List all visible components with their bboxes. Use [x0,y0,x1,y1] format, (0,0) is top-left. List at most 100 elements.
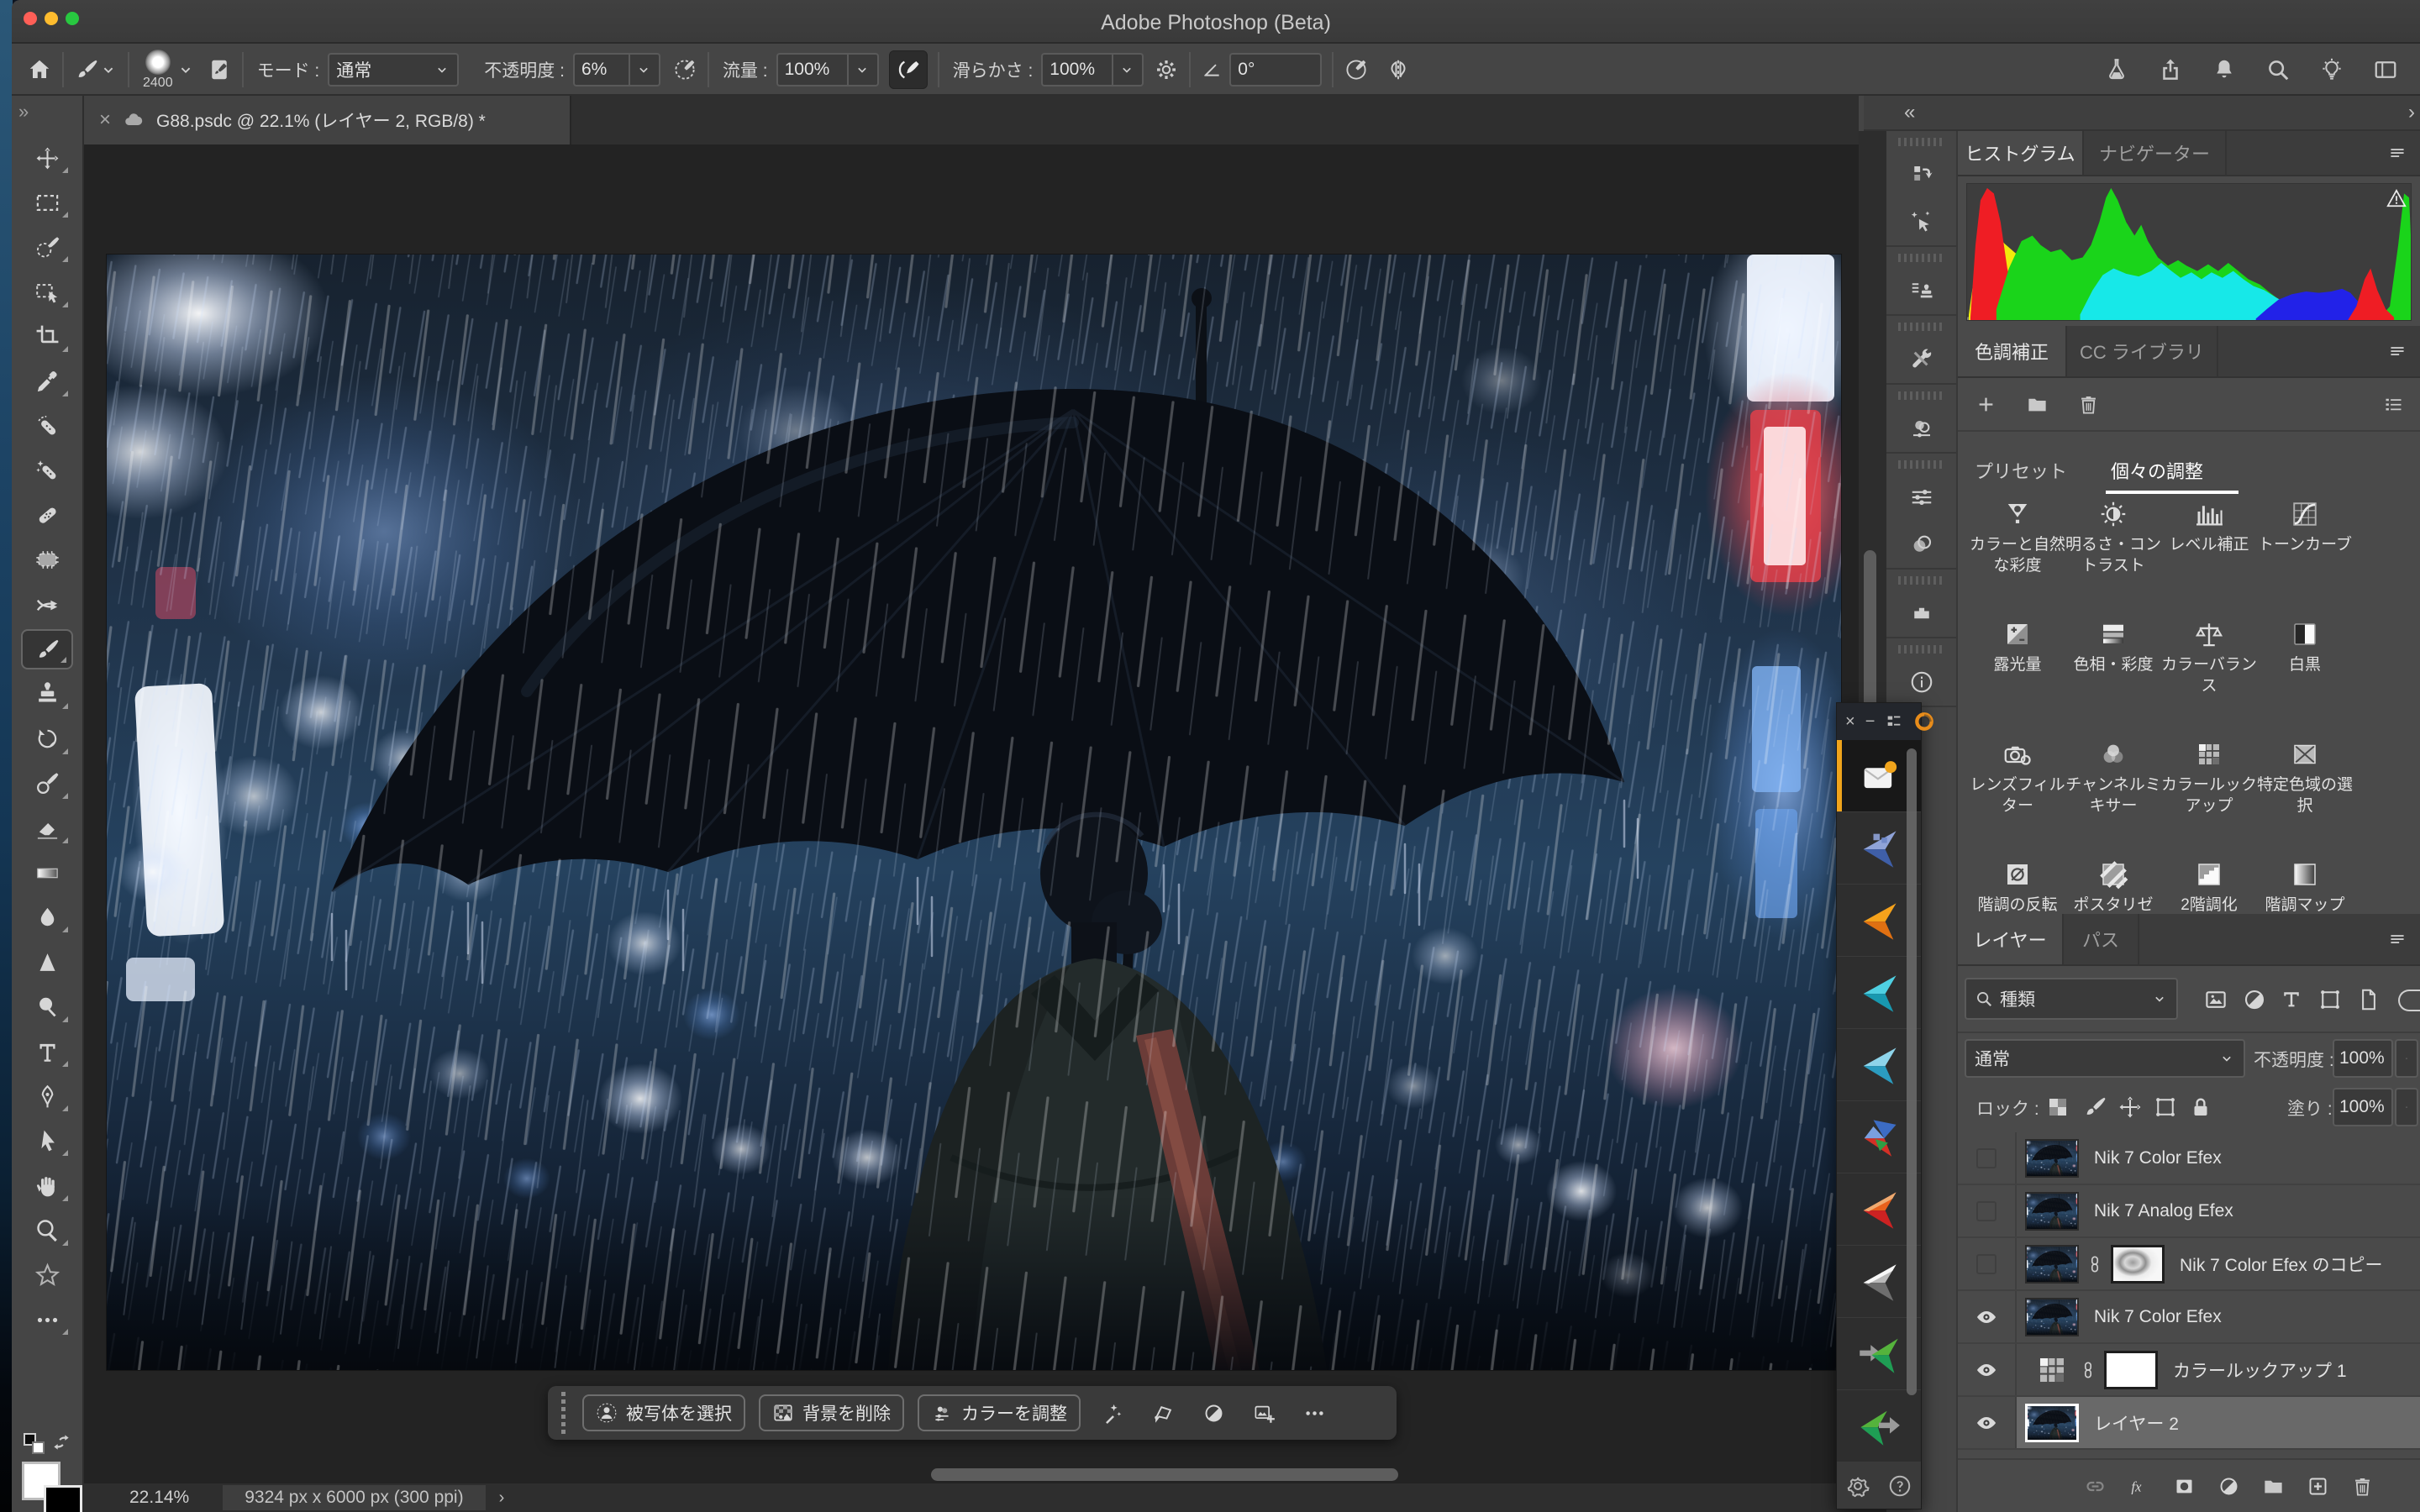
panel-menu-icon[interactable] [2386,142,2408,164]
chevron-down-icon[interactable] [176,60,195,79]
panel-group-handle[interactable] [1898,645,1944,654]
new-group-icon[interactable] [2262,1475,2285,1498]
layer-mask-thumbnail[interactable] [2111,1245,2165,1284]
notifications-bell-icon[interactable] [2212,57,2237,82]
hand-tool[interactable] [21,1166,73,1206]
chevron-down-icon[interactable] [99,60,118,79]
pen-tool[interactable] [21,1076,73,1116]
tab-adjustments[interactable]: 色調補正 [1958,326,2067,376]
add-adjustment-icon[interactable] [1975,393,1997,416]
layer-thumbnail[interactable] [2025,1245,2079,1284]
layer-row[interactable]: カラールックアップ 1 [1958,1344,2420,1397]
document-tab[interactable]: × G88.psdc @ 22.1% (レイヤー 2, RGB/8) * [84,96,571,144]
layer-blend-mode-select[interactable]: 通常 [1965,1039,2245,1078]
panel-menu-icon[interactable] [2386,928,2408,950]
search-icon[interactable] [2265,57,2291,82]
adjustment-adj-chmixer[interactable]: チャンネルミキサー [2065,738,2161,858]
patch-tool[interactable] [21,540,73,580]
layer-name[interactable]: Nik 7 Color Efex のコピー [2180,1252,2383,1277]
tab-cc-libraries[interactable]: CC ライブラリ [2067,326,2218,376]
airbrush-toggle[interactable] [889,50,928,89]
gear-icon[interactable] [1154,57,1179,82]
background-color-swatch[interactable] [44,1485,82,1512]
color-lookup-layer-icon[interactable] [2032,1352,2072,1388]
filter-shape-layers-icon[interactable] [2317,987,2343,1012]
expand-panels-chevron[interactable]: › [2408,101,2415,124]
add-image-icon[interactable] [1245,1394,1282,1431]
symmetry-icon[interactable] [1386,57,1411,82]
brush-tool-icon[interactable] [74,57,99,82]
subtab-presets[interactable]: プリセット [1975,457,2067,484]
taskbar-drag-handle[interactable] [561,1392,566,1434]
marquee-tool[interactable] [21,182,73,223]
mask-link-icon[interactable] [2079,1361,2097,1379]
crop-tool[interactable] [21,317,73,357]
edit-toolbar[interactable] [21,1299,73,1340]
generative-sparkle-panel-icon[interactable] [1886,198,1956,245]
nik-settings-icon[interactable] [1885,712,1903,731]
layer-name[interactable]: レイヤー 2 [2094,1410,2179,1436]
smoothing-input[interactable]: 100% [1041,53,1144,87]
info-panel-icon[interactable] [1886,659,1956,706]
share-icon[interactable] [2158,57,2183,82]
chevron-down-icon[interactable] [2395,1039,2418,1078]
collapse-panels-chevron[interactable]: « [1904,101,1915,124]
subtab-single-adjustments[interactable]: 個々の調整 [2111,457,2203,484]
layer-visibility-eye-icon[interactable] [1958,1291,2017,1342]
tab-navigator[interactable]: ナビゲーター [2084,131,2227,175]
default-colors-icon[interactable] [24,1433,45,1455]
mixer-brush-tool[interactable] [21,764,73,804]
more-options-icon[interactable] [1296,1394,1333,1431]
panel-group-handle[interactable] [1898,576,1944,585]
zoom-tool[interactable] [21,1210,73,1251]
sharpen-tool[interactable] [21,942,73,983]
tab-paths[interactable]: パス [2064,914,2139,964]
pressure-opacity-icon[interactable] [672,57,697,82]
spot-healing-tool[interactable] [21,406,73,446]
adjustment-adj-bc[interactable]: 明るさ・コントラスト [2065,497,2161,617]
remove-tool[interactable] [21,450,73,491]
layer-fill-input[interactable]: 100% [2333,1088,2393,1126]
mask-link-icon[interactable] [2086,1255,2104,1273]
layer-filter-select[interactable]: 種類 [1965,978,2178,1020]
nik-help-icon[interactable] [1887,1473,1912,1499]
status-chevron-icon[interactable]: › [499,1488,505,1508]
eyedropper-tool[interactable] [21,361,73,402]
layer-visibility-empty[interactable] [1958,1132,2017,1184]
adjustment-icon[interactable] [1195,1394,1232,1431]
layer-name[interactable]: Nik 7 Color Efex [2094,1307,2222,1327]
nik-close-icon[interactable]: × [1845,712,1855,732]
panel-menu-icon[interactable] [2386,340,2408,362]
healing-brush-tool[interactable] [21,496,73,536]
adjustment-adj-lookup[interactable]: カラールックアップ [2161,738,2257,858]
filter-smart-object-icon[interactable] [2356,987,2381,1012]
transform-icon[interactable] [1144,1394,1181,1431]
toolbar-collapse-chevron[interactable]: » [18,101,27,123]
adjustment-adj-selective[interactable]: 特定色域の選択 [2257,738,2353,858]
layer-row[interactable]: Nik 7 Color Efex [1958,1291,2420,1344]
channel-mix-panel-icon[interactable] [1886,405,1956,452]
layer-row[interactable]: Nik 7 Color Efex [1958,1132,2420,1185]
discover-lightbulb-icon[interactable] [2319,57,2344,82]
panel-group-handle[interactable] [1898,460,1944,469]
lock-artboard-icon[interactable] [2153,1095,2178,1120]
clone-source-panel-icon[interactable] [1886,267,1956,314]
adjust-color-button[interactable]: カラーを調整 [918,1394,1081,1431]
workspace-panel-icon[interactable] [2373,57,2398,82]
canvas-area[interactable]: 被写体を選択 背景を削除 カラーを調整 [84,144,1859,1483]
nik-minimize-icon[interactable]: − [1865,712,1876,732]
selection-brush-tool[interactable] [21,227,73,267]
tool-settings-panel-icon[interactable] [1886,336,1956,383]
version-history-panel-icon[interactable] [1886,151,1956,198]
layer-thumbnail[interactable] [2025,1404,2079,1442]
layer-visibility-empty[interactable] [1958,1185,2017,1236]
lock-position-icon[interactable] [2118,1095,2143,1120]
pressure-size-icon[interactable] [1344,57,1369,82]
nik-gear-icon[interactable] [1845,1473,1870,1499]
zoom-level[interactable]: 22.14% [129,1488,189,1508]
filter-adjustment-layers-icon[interactable] [2242,987,2267,1012]
lock-transparency-icon[interactable] [2045,1095,2070,1120]
document-info[interactable]: 9324 px x 6000 px (300 ppi) [223,1485,485,1510]
list-view-icon[interactable] [2382,393,2405,416]
select-subject-button[interactable]: 被写体を選択 [582,1394,745,1431]
